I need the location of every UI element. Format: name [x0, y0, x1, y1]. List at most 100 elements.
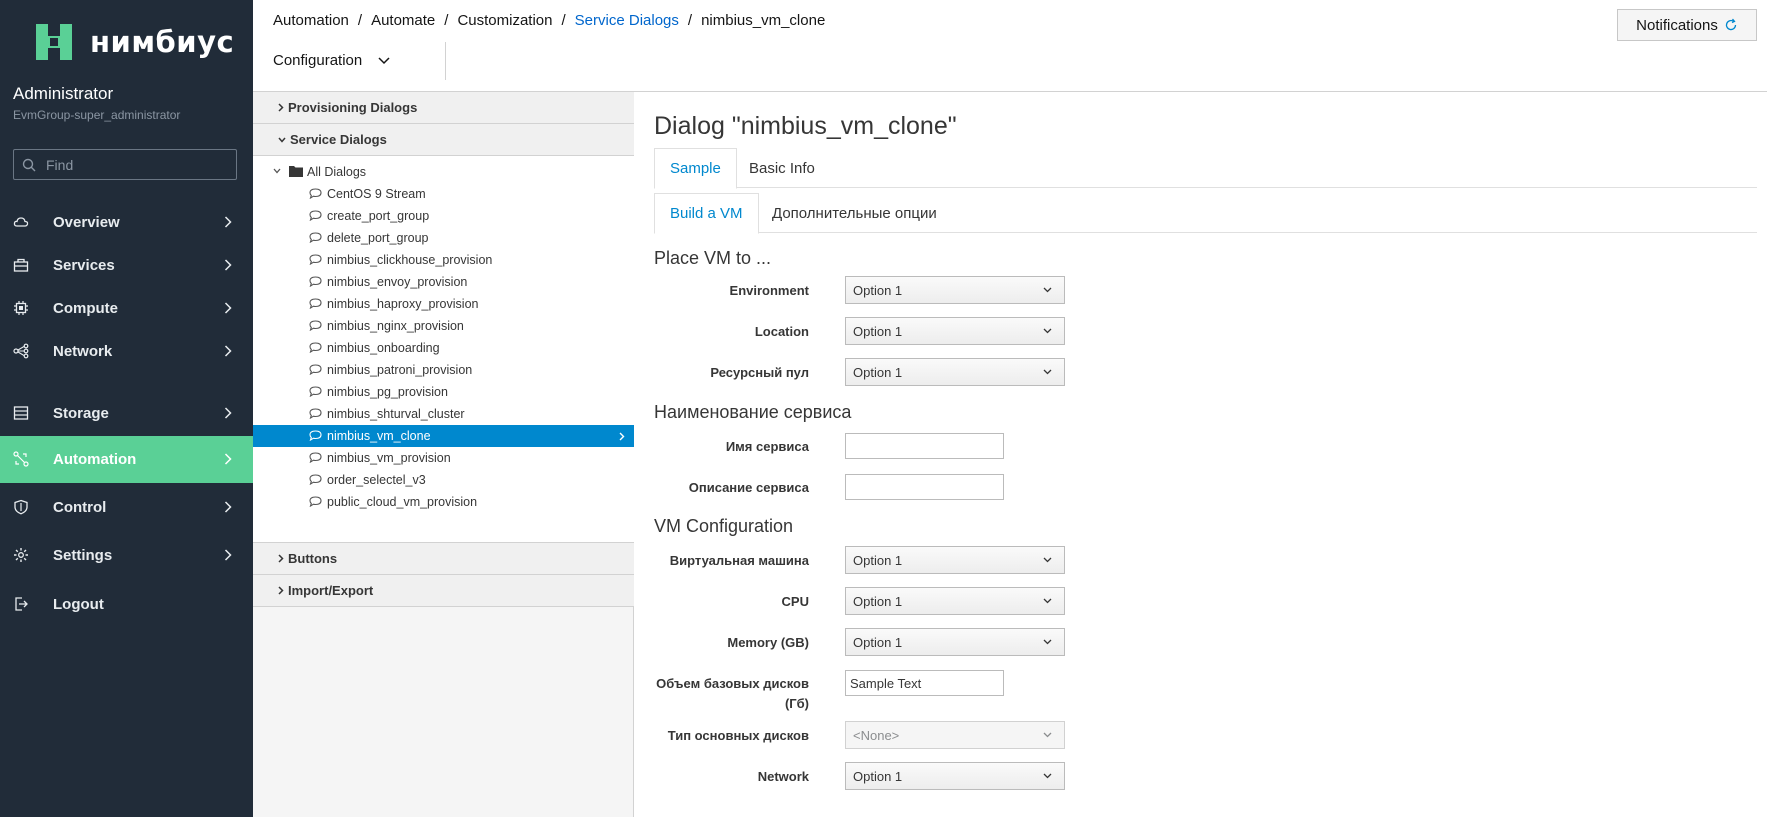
- nav-item-overview[interactable]: Overview: [0, 199, 253, 246]
- place-section: Environment Option 1 Location Option 1 Р…: [634, 272, 1334, 392]
- user-name[interactable]: Administrator: [13, 84, 113, 104]
- comment-icon: [309, 188, 322, 199]
- accordion-label: Buttons: [288, 551, 338, 566]
- tab-sample[interactable]: Sample: [654, 148, 737, 189]
- tree-item-label: nimbius_nginx_provision: [327, 319, 464, 333]
- breadcrumb-item: Customization: [457, 12, 553, 29]
- chevron-right-icon: [278, 554, 284, 563]
- notifications-label: Notifications: [1636, 16, 1718, 34]
- tree-item[interactable]: create_port_group: [253, 205, 634, 227]
- nav-item-storage[interactable]: Storage: [0, 390, 253, 437]
- chevron-right-icon: [224, 259, 232, 271]
- chevron-right-icon: [224, 302, 232, 314]
- service-name-input[interactable]: [845, 433, 1004, 459]
- nav-label: Compute: [53, 300, 118, 317]
- tree-item-label: nimbius_vm_provision: [327, 451, 451, 465]
- tree-item-label: nimbius_vm_clone: [327, 429, 431, 443]
- memory-select[interactable]: Option 1: [845, 628, 1065, 656]
- gear-icon: [14, 548, 28, 562]
- accordion-import-export[interactable]: Import/Export: [253, 575, 634, 607]
- base-disk-size-input[interactable]: [845, 670, 1004, 696]
- search-box[interactable]: [13, 149, 237, 180]
- brand-name: нимбиус: [90, 25, 235, 59]
- chevron-right-icon: [278, 103, 284, 112]
- tree-item[interactable]: nimbius_envoy_provision: [253, 271, 634, 293]
- breadcrumb-link-service-dialogs[interactable]: Service Dialogs: [575, 12, 679, 29]
- brand-logo[interactable]: нимбиус: [30, 18, 234, 66]
- tree-item-selected[interactable]: nimbius_vm_clone: [253, 425, 634, 447]
- nav-label: Overview: [53, 214, 120, 231]
- tree-item[interactable]: nimbius_patroni_provision: [253, 359, 634, 381]
- select-value: Option 1: [853, 768, 903, 784]
- comment-icon: [309, 474, 322, 485]
- notifications-button[interactable]: Notifications: [1617, 9, 1757, 41]
- tab-additional-options[interactable]: Дополнительные опции: [757, 193, 952, 233]
- tab-basic-info[interactable]: Basic Info: [734, 148, 830, 188]
- nav-item-control[interactable]: Control: [0, 484, 253, 531]
- chevron-down-icon: [1043, 639, 1052, 645]
- user-group: EvmGroup-super_administrator: [13, 108, 181, 122]
- comment-icon: [309, 342, 322, 353]
- dialog-tabs: Sample Basic Info: [654, 148, 1757, 189]
- breadcrumb-item: Automate: [371, 12, 436, 29]
- nav-item-automation[interactable]: Automation: [0, 436, 253, 483]
- chevron-down-icon: [1043, 369, 1052, 375]
- tree-item[interactable]: order_selectel_v3: [253, 469, 634, 491]
- chevron-right-icon: [224, 501, 232, 513]
- comment-icon: [309, 408, 322, 419]
- environment-select[interactable]: Option 1: [845, 276, 1065, 304]
- shield-icon: [14, 499, 28, 515]
- nav-item-compute[interactable]: Compute: [0, 285, 253, 332]
- virtual-machine-select[interactable]: Option 1: [845, 546, 1065, 574]
- section-title-place: Place VM to ...: [654, 248, 772, 268]
- comment-icon: [309, 276, 322, 287]
- tree-item-label: nimbius_patroni_provision: [327, 363, 473, 377]
- nav-item-services[interactable]: Services: [0, 242, 253, 289]
- search-input[interactable]: [46, 156, 226, 173]
- chevron-down-icon: [1043, 287, 1052, 293]
- nav-item-logout[interactable]: Logout: [0, 581, 253, 628]
- vm-config-section: Виртуальная машина Option 1 CPU Option 1…: [634, 542, 1334, 817]
- tree-item-label: public_cloud_vm_provision: [327, 495, 478, 509]
- tree-item[interactable]: nimbius_onboarding: [253, 337, 634, 359]
- nav-label: Network: [53, 343, 113, 360]
- tree-item[interactable]: nimbius_vm_provision: [253, 447, 634, 469]
- tree-item[interactable]: nimbius_nginx_provision: [253, 315, 634, 337]
- chevron-down-icon: [1043, 557, 1052, 563]
- configuration-dropdown[interactable]: Configuration: [273, 52, 390, 69]
- disk-type-select[interactable]: <None>: [845, 721, 1065, 749]
- accordion-buttons[interactable]: Buttons: [253, 543, 634, 575]
- tree-item[interactable]: nimbius_haproxy_provision: [253, 293, 634, 315]
- location-select[interactable]: Option 1: [845, 317, 1065, 345]
- service-description-input[interactable]: [845, 474, 1004, 500]
- chevron-down-icon: [1043, 732, 1052, 738]
- accordion-service-dialogs[interactable]: Service Dialogs: [253, 124, 634, 156]
- tree-item[interactable]: public_cloud_vm_provision: [253, 491, 634, 513]
- tree-item-label: nimbius_haproxy_provision: [327, 297, 479, 311]
- cpu-select[interactable]: Option 1: [845, 587, 1065, 615]
- resource-pool-select[interactable]: Option 1: [845, 358, 1065, 386]
- tree-item[interactable]: CentOS 9 Stream: [253, 183, 634, 205]
- nav-label: Storage: [53, 405, 109, 422]
- tree-item[interactable]: nimbius_shturval_cluster: [253, 403, 634, 425]
- tree-item[interactable]: nimbius_clickhouse_provision: [253, 249, 634, 271]
- nav-item-settings[interactable]: Settings: [0, 532, 253, 579]
- service-dialogs-tree: All Dialogs CentOS 9 Stream create_port_…: [253, 156, 634, 543]
- field-label: Ресурсный пул: [710, 365, 809, 380]
- select-value: Option 1: [853, 634, 903, 650]
- tree-item[interactable]: delete_port_group: [253, 227, 634, 249]
- tab-build-a-vm[interactable]: Build a VM: [654, 193, 759, 234]
- tree-root[interactable]: All Dialogs: [253, 161, 634, 183]
- breadcrumb: Automation / Automate / Customization / Ser…: [273, 12, 826, 29]
- sidebar: нимбиус Administrator EvmGroup-super_adm…: [0, 0, 253, 817]
- nav-label: Settings: [53, 547, 113, 564]
- tree-item[interactable]: nimbius_pg_provision: [253, 381, 634, 403]
- dialog-preview: Dialog "nimbius_vm_clone" Sample Basic I…: [634, 92, 1767, 817]
- chevron-down-icon: [1043, 328, 1052, 334]
- accordion-provisioning-dialogs[interactable]: Provisioning Dialogs: [253, 92, 634, 124]
- chevron-right-icon: [224, 549, 232, 561]
- nav-item-network[interactable]: Network: [0, 328, 253, 375]
- tree-item-label: nimbius_pg_provision: [327, 385, 448, 399]
- chevron-right-icon: [619, 432, 625, 441]
- network-select[interactable]: Option 1: [845, 762, 1065, 790]
